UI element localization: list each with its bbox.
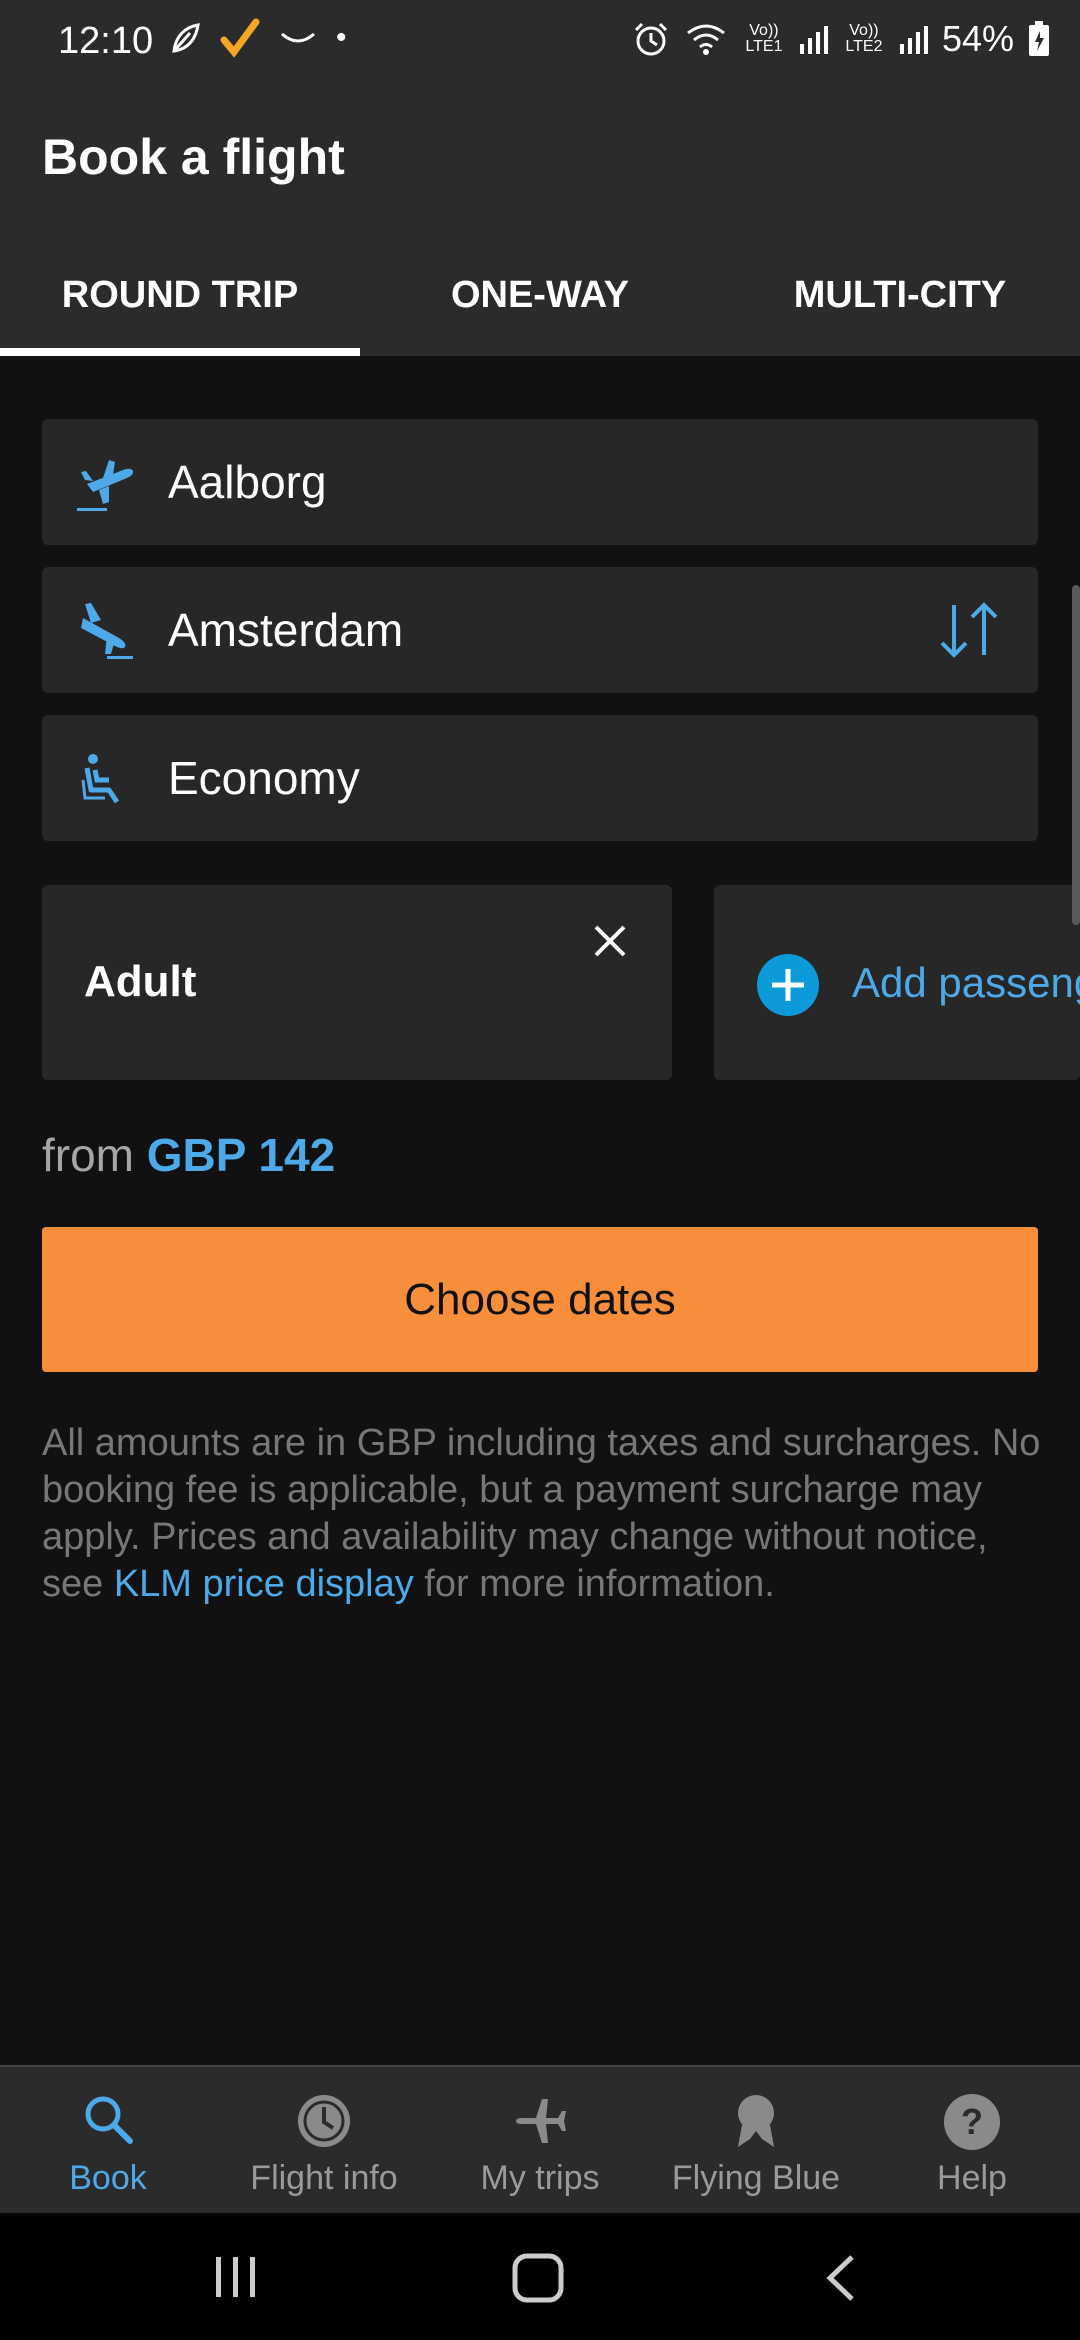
page-title: Book a flight (42, 129, 345, 185)
battery-percent: 54% (941, 18, 1014, 59)
battery-charging-icon (1029, 21, 1049, 56)
disclaimer-text-end: for more information. (413, 1563, 775, 1605)
price-disclaimer: All amounts are in GBP including taxes a… (42, 1420, 1052, 1608)
price-display-link[interactable]: KLM price display (114, 1563, 414, 1605)
departure-icon (77, 460, 134, 511)
nav-label-my-trips: My trips (480, 2159, 600, 2197)
add-passenger-button[interactable]: Add passeng (714, 885, 1080, 1080)
close-icon[interactable] (590, 921, 630, 961)
svg-text:?: ? (961, 2101, 983, 2142)
recent-apps-icon[interactable] (212, 2255, 260, 2299)
app-bar: Book a flight ROUND TRIP ONE-WAY MULTI-C… (0, 84, 1080, 356)
nav-item-book[interactable]: Book (0, 2067, 216, 2215)
destination-value: Amsterdam (168, 604, 404, 656)
leaf-icon (172, 23, 200, 53)
price-amount: GBP 142 (146, 1129, 336, 1181)
status-time: 12:10 (58, 20, 154, 62)
tab-round-trip[interactable]: ROUND TRIP (0, 234, 360, 356)
choose-dates-button[interactable]: Choose dates (42, 1227, 1038, 1372)
check-icon (220, 18, 260, 58)
add-circle-icon (757, 954, 819, 1016)
origin-value: Aalborg (168, 456, 327, 508)
swap-icon[interactable] (934, 597, 1004, 663)
search-icon (85, 2096, 133, 2144)
nav-label-help: Help (937, 2159, 1007, 2197)
nav-label-book: Book (69, 2159, 147, 2197)
trip-type-tabs: ROUND TRIP ONE-WAY MULTI-CITY (0, 234, 1080, 356)
arrival-icon (81, 603, 133, 659)
nav-label-flying-blue: Flying Blue (671, 2159, 841, 2197)
scrollbar[interactable] (1072, 585, 1080, 925)
nav-item-flying-blue[interactable]: Flying Blue (648, 2067, 864, 2215)
help-icon: ? (944, 2094, 1000, 2150)
system-navigation-bar (0, 2213, 1080, 2340)
home-icon[interactable] (512, 2253, 564, 2303)
passenger-type-label: Adult (84, 957, 197, 1006)
sim2-signal: Vo)) LTE2 (845, 22, 883, 55)
signal-bars-icon (899, 26, 928, 54)
cabin-class-value: Economy (168, 752, 360, 804)
price-from: from GBP 142 (42, 1128, 335, 1182)
bottom-navigation: Book Flight info My trips Flying Blue ? … (0, 2065, 1080, 2215)
medal-icon (738, 2095, 774, 2147)
origin-field[interactable]: Aalborg (42, 419, 1038, 545)
clock-icon (298, 2095, 350, 2147)
destination-field[interactable]: Amsterdam (42, 567, 1038, 693)
signal-bars-icon (799, 26, 828, 54)
nav-label-flight-info: Flight info (250, 2159, 398, 2197)
status-bar: 12:10 • Vo)) LTE1 Vo)) LTE2 54% (0, 0, 1080, 84)
add-passenger-label: Add passeng (852, 959, 1080, 1006)
cabin-class-field[interactable]: Economy (42, 715, 1038, 841)
nav-item-help[interactable]: ? Help (864, 2067, 1080, 2215)
sim1-signal: Vo)) LTE1 (745, 22, 783, 55)
passenger-chip-adult[interactable]: Adult (42, 885, 672, 1080)
back-icon[interactable] (822, 2253, 858, 2303)
dot-icon: • (336, 21, 347, 54)
nav-item-flight-info[interactable]: Flight info (216, 2067, 432, 2215)
price-prefix: from (42, 1129, 134, 1181)
plane-icon (516, 2099, 566, 2143)
nav-item-my-trips[interactable]: My trips (432, 2067, 648, 2215)
tab-one-way[interactable]: ONE-WAY (360, 234, 720, 356)
alarm-icon (634, 22, 667, 56)
tab-multi-city[interactable]: MULTI-CITY (720, 234, 1080, 356)
smile-icon (281, 32, 315, 43)
wifi-icon (687, 24, 725, 55)
seat-icon (81, 754, 120, 804)
